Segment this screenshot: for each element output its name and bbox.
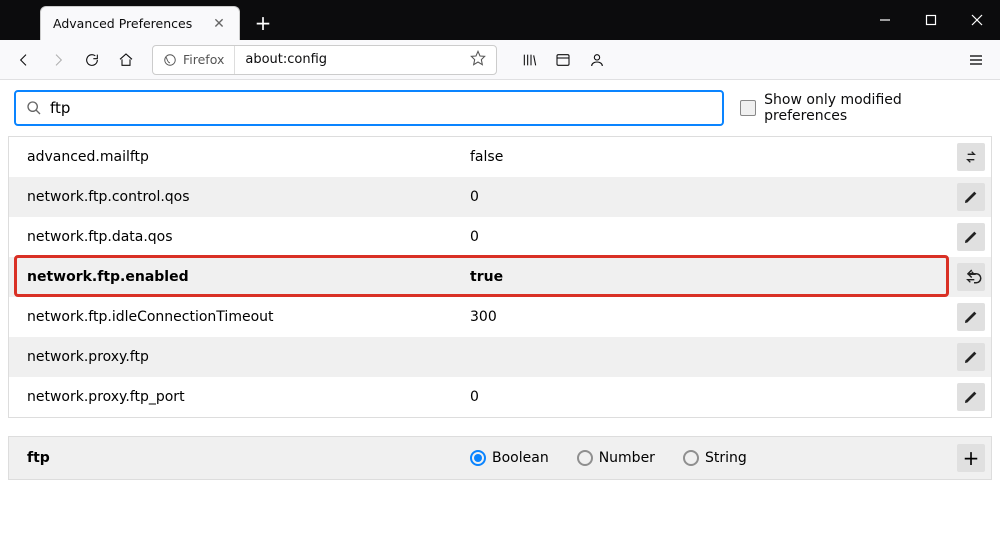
home-button[interactable] (110, 44, 142, 76)
config-search-input[interactable] (50, 99, 712, 117)
bookmark-star-icon[interactable] (460, 50, 496, 70)
pref-value: 0 (464, 389, 951, 405)
pref-name: network.ftp.data.qos (9, 229, 464, 245)
edit-button[interactable] (957, 223, 985, 251)
new-tab-button[interactable]: + (246, 6, 280, 40)
sidebar-button[interactable] (547, 44, 579, 76)
edit-button[interactable] (957, 383, 985, 411)
account-button[interactable] (581, 44, 613, 76)
new-pref-row: ftp Boolean Number String + (8, 436, 992, 480)
tab-close-icon[interactable]: ✕ (211, 16, 227, 32)
minimize-button[interactable] (862, 0, 908, 40)
search-icon (26, 100, 42, 116)
pref-name: network.proxy.ftp_port (9, 389, 464, 405)
reload-button[interactable] (76, 44, 108, 76)
forward-button[interactable] (42, 44, 74, 76)
identity-label: Firefox (183, 52, 224, 67)
pref-value: 300 (464, 309, 951, 325)
tab-title: Advanced Preferences (53, 16, 203, 31)
close-window-button[interactable] (954, 0, 1000, 40)
titlebar: Advanced Preferences ✕ + (0, 0, 1000, 40)
edit-button[interactable] (957, 303, 985, 331)
reset-button[interactable] (960, 262, 988, 290)
pref-row[interactable]: network.ftp.data.qos0 (9, 217, 991, 257)
window-controls (862, 0, 1000, 40)
pref-name: network.ftp.control.qos (9, 189, 464, 205)
radio-string[interactable]: String (683, 450, 747, 466)
url-input[interactable] (235, 52, 460, 67)
config-search-box[interactable] (14, 90, 724, 126)
toggle-button[interactable] (957, 143, 985, 171)
browser-tab[interactable]: Advanced Preferences ✕ (40, 6, 240, 40)
app-menu-button[interactable] (960, 44, 992, 76)
pref-row[interactable]: network.proxy.ftp_port0 (9, 377, 991, 417)
radio-icon (577, 450, 593, 466)
pref-name: network.ftp.idleConnectionTimeout (9, 309, 464, 325)
identity-box[interactable]: Firefox (153, 46, 235, 74)
pref-name: advanced.mailftp (9, 149, 464, 165)
radio-icon (683, 450, 699, 466)
prefs-table: advanced.mailftpfalsenetwork.ftp.control… (8, 136, 992, 418)
pref-row[interactable]: network.ftp.idleConnectionTimeout300 (9, 297, 991, 337)
about-config-content: Show only modified preferences advanced.… (0, 80, 1000, 536)
pref-value: 0 (464, 229, 951, 245)
firefox-logo-icon (163, 53, 177, 67)
edit-button[interactable] (957, 183, 985, 211)
new-pref-name: ftp (9, 450, 464, 466)
pref-value: 0 (464, 189, 951, 205)
pref-value: true (464, 269, 951, 285)
back-button[interactable] (8, 44, 40, 76)
add-pref-button[interactable]: + (957, 444, 985, 472)
pref-row[interactable]: network.proxy.ftp (9, 337, 991, 377)
pref-row[interactable]: network.ftp.enabledtrue (9, 257, 991, 297)
radio-icon (470, 450, 486, 466)
navbar: Firefox (0, 40, 1000, 80)
pref-row[interactable]: advanced.mailftpfalse (9, 137, 991, 177)
show-modified-checkbox[interactable]: Show only modified preferences (740, 92, 986, 124)
library-button[interactable] (513, 44, 545, 76)
pref-value: false (464, 149, 951, 165)
edit-button[interactable] (957, 343, 985, 371)
checkbox-icon (740, 100, 756, 116)
pref-row[interactable]: network.ftp.control.qos0 (9, 177, 991, 217)
pref-name: network.proxy.ftp (9, 349, 464, 365)
show-modified-label: Show only modified preferences (764, 92, 986, 124)
radio-number[interactable]: Number (577, 450, 655, 466)
pref-name: network.ftp.enabled (9, 269, 464, 285)
url-bar[interactable]: Firefox (152, 45, 497, 75)
maximize-button[interactable] (908, 0, 954, 40)
radio-boolean[interactable]: Boolean (470, 450, 549, 466)
